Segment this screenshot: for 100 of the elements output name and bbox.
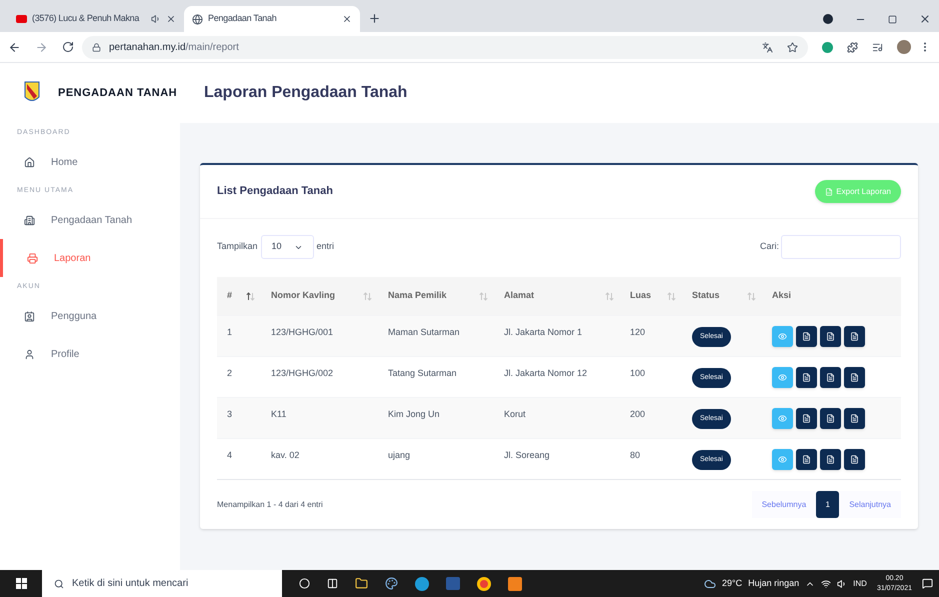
table-cell: Jl. Jakarta Nomor 1 xyxy=(504,327,582,337)
star-icon[interactable] xyxy=(787,42,798,52)
sidebar-item[interactable]: Profile xyxy=(0,335,180,373)
document-button[interactable] xyxy=(796,408,817,429)
folder-icon[interactable] xyxy=(355,577,368,590)
close-icon[interactable] xyxy=(342,14,352,24)
browser-tab[interactable]: Pengadaan Tanah xyxy=(184,6,360,32)
browser-app-icon[interactable] xyxy=(415,576,429,590)
tab-title: (3576) Lucu & Penuh Makna xyxy=(32,12,140,26)
sort-icon[interactable] xyxy=(246,292,255,300)
taskbar-search-field[interactable]: Ketik di sini untuk mencari xyxy=(42,570,282,597)
url-text: pertanahan.my.id/main/report xyxy=(109,40,239,54)
column-header[interactable]: # xyxy=(227,289,232,303)
weather-text: Hujan ringan xyxy=(748,576,800,590)
eye-icon xyxy=(778,332,787,341)
table-cell: 1 xyxy=(227,327,232,337)
document-icon xyxy=(802,455,811,464)
document-button[interactable] xyxy=(844,449,865,470)
lock-icon xyxy=(92,42,101,52)
maximize-icon[interactable] xyxy=(888,14,897,24)
cloud-icon xyxy=(704,578,716,590)
network-icon[interactable] xyxy=(821,578,832,588)
translate-icon[interactable] xyxy=(762,42,773,52)
document-button[interactable] xyxy=(820,408,841,429)
close-icon[interactable] xyxy=(166,14,176,24)
document-icon xyxy=(826,373,835,382)
forward-icon[interactable] xyxy=(35,40,48,54)
browser-tab[interactable]: (3576) Lucu & Penuh Makna xyxy=(8,6,184,32)
tab-title: Pengadaan Tanah xyxy=(208,12,278,26)
language-text[interactable]: IND xyxy=(853,578,867,590)
temperature-text: 29°C xyxy=(722,576,742,590)
palette-icon[interactable] xyxy=(385,577,398,590)
column-header[interactable]: Status xyxy=(692,289,720,303)
circle-icon[interactable] xyxy=(299,578,310,589)
new-tab-icon[interactable] xyxy=(368,12,381,25)
puzzle-icon[interactable] xyxy=(847,42,858,52)
card-title: List Pengadaan Tanah xyxy=(217,184,333,200)
document-button[interactable] xyxy=(844,326,865,347)
address-bar[interactable]: pertanahan.my.id/main/report xyxy=(82,36,808,58)
table-cell: 3 xyxy=(227,409,232,419)
document-button[interactable] xyxy=(820,449,841,470)
table-cell: 120 xyxy=(630,327,646,337)
task-view-icon[interactable] xyxy=(327,578,338,589)
column-header[interactable]: Nomor Kavling xyxy=(271,289,336,303)
column-header[interactable]: Aksi xyxy=(772,289,792,303)
chrome-app-icon[interactable] xyxy=(477,576,491,590)
document-button[interactable] xyxy=(844,367,865,388)
document-button[interactable] xyxy=(820,326,841,347)
brand-title: PENGADAAN TANAH xyxy=(58,86,178,101)
document-icon xyxy=(850,414,859,423)
windows-logo-icon[interactable] xyxy=(16,578,26,589)
extension-icon[interactable] xyxy=(822,42,833,52)
playlist-icon[interactable] xyxy=(872,42,883,52)
grid-app-icon[interactable] xyxy=(508,576,522,590)
speaker-icon xyxy=(151,14,161,24)
column-header[interactable]: Luas xyxy=(630,289,652,303)
table-cell: 4 xyxy=(227,450,232,460)
record-icon[interactable] xyxy=(823,14,833,24)
table-cell: 2 xyxy=(227,368,232,378)
document-icon xyxy=(826,414,835,423)
document-button[interactable] xyxy=(796,449,817,470)
volume-icon[interactable] xyxy=(837,578,848,588)
document-button[interactable] xyxy=(796,326,817,347)
document-button[interactable] xyxy=(796,367,817,388)
length-label: Tampilkan xyxy=(217,240,258,254)
table-cell: Jl. Jakarta Nomor 12 xyxy=(504,368,588,378)
back-icon[interactable] xyxy=(8,40,21,54)
sidebar-item[interactable]: Pengadaan Tanah xyxy=(0,201,180,239)
table-cell: Maman Sutarman xyxy=(388,327,460,337)
table-cell: Tatang Sutarman xyxy=(388,368,457,378)
globe-icon xyxy=(192,14,203,24)
page-button[interactable]: 1 xyxy=(816,491,840,518)
eye-icon xyxy=(778,373,787,382)
eye-icon xyxy=(778,455,787,464)
notification-icon[interactable] xyxy=(922,578,933,589)
reload-icon[interactable] xyxy=(62,41,74,53)
previous-button[interactable]: Sebelumnya xyxy=(752,491,816,518)
table-cell: 100 xyxy=(630,368,646,378)
search-field[interactable] xyxy=(781,235,901,259)
document-button[interactable] xyxy=(844,408,865,429)
sidebar-item[interactable]: Pengguna xyxy=(0,297,180,335)
table-cell: Kim Jong Un xyxy=(388,409,440,419)
video-icon xyxy=(16,15,27,23)
sidebar-item[interactable]: Home xyxy=(0,143,180,181)
eye-icon xyxy=(778,414,787,423)
next-button[interactable]: Selanjutnya xyxy=(839,491,901,518)
document-button[interactable] xyxy=(820,367,841,388)
table-cell: K11 xyxy=(271,409,286,419)
column-header[interactable]: Nama Pemilik xyxy=(388,289,447,303)
document-icon xyxy=(802,373,811,382)
search-label: Cari: xyxy=(760,240,779,254)
document-icon xyxy=(850,373,859,382)
close-icon[interactable] xyxy=(919,13,931,25)
building-icon xyxy=(24,214,35,226)
length-suffix: entri xyxy=(316,240,334,254)
avatar-icon[interactable] xyxy=(897,40,911,54)
table-cell: 123/HGHG/002 xyxy=(271,368,334,378)
length-select[interactable]: 10 xyxy=(260,235,314,259)
column-header[interactable]: Alamat xyxy=(504,289,534,303)
table-cell: Jl. Soreang xyxy=(504,450,550,460)
